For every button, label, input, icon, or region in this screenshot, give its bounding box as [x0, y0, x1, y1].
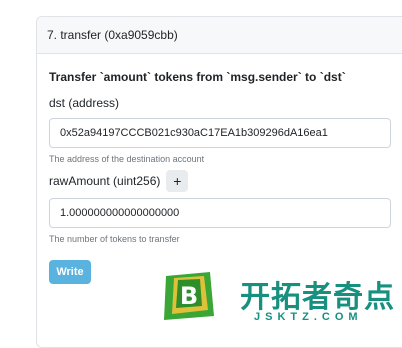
param-label-dst: dst (address)	[49, 96, 120, 110]
watermark-logo-icon: B	[164, 272, 214, 320]
dst-address-input[interactable]: 0x52a94197CCCB021c930aC17EA1b309296dA16e…	[49, 118, 391, 148]
dst-help-text: The address of the destination account	[49, 154, 205, 164]
raw-amount-help-text: The number of tokens to transfer	[49, 234, 180, 244]
watermark: B 开拓者奇点 JSKTZ.COM	[160, 270, 402, 330]
raw-amount-value: 1.000000000000000000	[60, 207, 180, 219]
write-button[interactable]: Write	[49, 260, 91, 284]
function-description: Transfer `amount` tokens from `msg.sende…	[49, 70, 346, 84]
watermark-cn-text: 开拓者奇点	[240, 280, 395, 315]
raw-amount-input[interactable]: 1.000000000000000000	[49, 198, 391, 228]
plus-icon: +	[173, 173, 182, 189]
function-title: 7. transfer (0xa9059cbb)	[47, 28, 178, 42]
function-body: Transfer `amount` tokens from `msg.sende…	[37, 54, 402, 284]
function-header[interactable]: 7. transfer (0xa9059cbb)	[37, 17, 402, 54]
write-button-label: Write	[56, 266, 84, 278]
raw-amount-label-row: rawAmount (uint256) +	[49, 170, 402, 192]
add-decimals-button[interactable]: +	[166, 170, 189, 192]
param-label-raw-amount: rawAmount (uint256)	[49, 174, 161, 188]
watermark-en-text: JSKTZ.COM	[254, 311, 363, 323]
dst-address-value: 0x52a94197CCCB021c930aC17EA1b309296dA16e…	[60, 127, 328, 139]
watermark-logo-letter: B	[180, 282, 198, 310]
